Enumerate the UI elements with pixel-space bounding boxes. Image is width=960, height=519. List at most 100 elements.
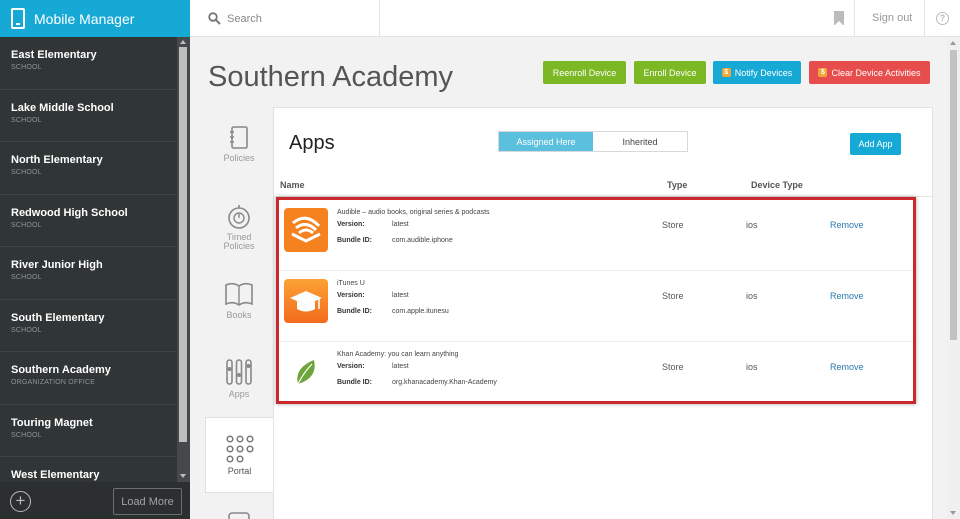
bundle-id-value: com.audible.iphone [392, 237, 453, 244]
page-title: Southern Academy [208, 61, 454, 93]
tab-policies[interactable]: Policies [205, 125, 273, 185]
sidebar-item-west-elementary[interactable]: West Elementary [0, 457, 176, 482]
enroll-device-button[interactable]: Enroll Device [634, 61, 706, 84]
school-type: SCHOOL [11, 169, 42, 176]
school-list: East Elementary SCHOOL Lake Middle School… [0, 37, 176, 482]
tab-books[interactable]: Books [205, 280, 273, 340]
sidebar-footer: + Load More [0, 482, 190, 519]
bundle-id-value: com.apple.itunesu [392, 308, 449, 315]
table-header: Name Type Device Type [274, 177, 934, 197]
tab-timed-policies[interactable]: Timed Policies [205, 203, 273, 263]
notify-devices-label: Notify Devices [734, 67, 793, 78]
toggle-inherited[interactable]: Inherited [593, 132, 687, 151]
bundle-id-value: org.khanacademy.Khan-Academy [392, 379, 497, 386]
school-type: SCHOOL [11, 64, 42, 71]
sidebar-item-south-elementary[interactable]: South Elementary SCHOOL [0, 300, 176, 352]
khan-academy-app-icon [284, 350, 328, 394]
tab-label: Portal [227, 466, 252, 476]
open-book-icon [225, 282, 253, 306]
main-scrollbar[interactable] [947, 37, 960, 519]
app-type: Store [662, 362, 684, 372]
school-name: North Elementary [11, 154, 103, 166]
remove-app-link[interactable]: Remove [830, 220, 864, 230]
version-label: Version: [337, 363, 365, 370]
load-more-button[interactable]: Load More [113, 488, 182, 515]
school-type: ORGANIZATION OFFICE [11, 379, 96, 386]
toggle-assigned-here[interactable]: Assigned Here [499, 132, 593, 151]
divider [854, 0, 855, 37]
sidebar-item-lake-middle-school[interactable]: Lake Middle School SCHOOL [0, 90, 176, 142]
scroll-down-arrow-icon[interactable] [180, 474, 186, 478]
device-icon [228, 512, 250, 519]
column-header-device-type[interactable]: Device Type [751, 180, 803, 190]
bundle-id-label: Bundle ID: [337, 308, 372, 315]
clear-device-activities-label: Clear Device Activities [831, 67, 921, 78]
app-tools-icon [226, 359, 252, 385]
brand-header[interactable]: Mobile Manager [0, 0, 190, 37]
remove-app-link[interactable]: Remove [830, 362, 864, 372]
search-icon [208, 12, 221, 25]
sidebar-item-redwood-high-school[interactable]: Redwood High School SCHOOL [0, 195, 176, 247]
column-header-name[interactable]: Name [280, 180, 305, 190]
remove-app-link[interactable]: Remove [830, 291, 864, 301]
apps-panel: Apps Assigned Here Inherited Add App Nam… [273, 107, 934, 519]
audible-app-icon [284, 208, 328, 252]
tab-label: Books [226, 310, 252, 320]
search-input[interactable]: Search [227, 13, 262, 25]
tab-label: Timed Policies [223, 232, 255, 251]
grid-dots-icon [225, 435, 254, 463]
sidebar-item-east-elementary[interactable]: East Elementary SCHOOL [0, 37, 176, 90]
reenroll-device-button[interactable]: Reenroll Device [543, 61, 626, 84]
version-value: latest [392, 363, 409, 370]
search-box[interactable]: Search [190, 0, 380, 37]
assignment-toggle: Assigned Here Inherited [498, 131, 688, 152]
school-name: Lake Middle School [11, 101, 114, 114]
app-device-type: ios [746, 362, 758, 372]
add-app-button[interactable]: Add App [850, 133, 901, 155]
app-name: Khan Academy: you can learn anything [337, 351, 459, 358]
main-content: Southern Academy Reenroll Device Enroll … [190, 37, 947, 519]
sidebar-item-river-junior-high[interactable]: River Junior High SCHOOL [0, 247, 176, 300]
app-name: iTunes U [337, 280, 365, 287]
dollar-badge-icon: $ [818, 68, 828, 77]
tab-apps[interactable]: Apps [205, 357, 273, 417]
scroll-down-arrow-icon[interactable] [950, 511, 956, 515]
version-label: Version: [337, 221, 365, 228]
help-circle-icon[interactable]: ? [936, 12, 949, 25]
column-header-type[interactable]: Type [667, 180, 687, 190]
bookmark-icon[interactable] [834, 11, 844, 26]
school-type: SCHOOL [11, 431, 42, 439]
clear-device-activities-button[interactable]: $ Clear Device Activities [809, 61, 930, 84]
sidebar-item-southern-academy[interactable]: Southern Academy ORGANIZATION OFFICE [0, 352, 176, 405]
dollar-badge-icon: $ [721, 68, 731, 77]
sidebar-item-touring-magnet[interactable]: Touring Magnet SCHOOL [0, 405, 176, 457]
school-name: West Elementary [11, 469, 100, 481]
sidebar-scrollbar[interactable] [177, 37, 190, 482]
school-type: SCHOOL [11, 274, 42, 281]
school-name: South Elementary [11, 311, 105, 324]
scroll-thumb[interactable] [950, 50, 957, 340]
scroll-thumb[interactable] [179, 47, 187, 442]
app-device-type: ios [746, 220, 758, 230]
table-row: Khan Academy: you can learn anything Ver… [279, 342, 913, 401]
version-value: latest [392, 221, 409, 228]
plus-circle-icon[interactable]: + [10, 491, 31, 512]
notify-devices-button[interactable]: $ Notify Devices [713, 61, 801, 84]
tab-device[interactable] [205, 510, 273, 519]
app-device-type: ios [746, 291, 758, 301]
school-type: SCHOOL [11, 116, 42, 124]
sign-out-link[interactable]: Sign out [872, 12, 912, 24]
school-name: River Junior High [11, 259, 103, 271]
sidebar-item-north-elementary[interactable]: North Elementary SCHOOL [0, 142, 176, 195]
scroll-up-arrow-icon[interactable] [950, 41, 956, 45]
school-name: East Elementary [11, 49, 97, 61]
scroll-up-arrow-icon[interactable] [180, 40, 186, 44]
school-type: SCHOOL [11, 221, 42, 229]
school-name: Touring Magnet [11, 416, 93, 429]
app-type: Store [662, 291, 684, 301]
app-name: Audible – audio books, original series &… [337, 209, 490, 216]
app-window: Mobile Manager East Elementary SCHOOL Lak… [0, 0, 960, 519]
tab-portal[interactable]: Portal [205, 417, 273, 493]
section-tabs: Policies Timed Policies Books Apps Porta… [205, 115, 273, 519]
itunes-u-app-icon [284, 279, 328, 323]
